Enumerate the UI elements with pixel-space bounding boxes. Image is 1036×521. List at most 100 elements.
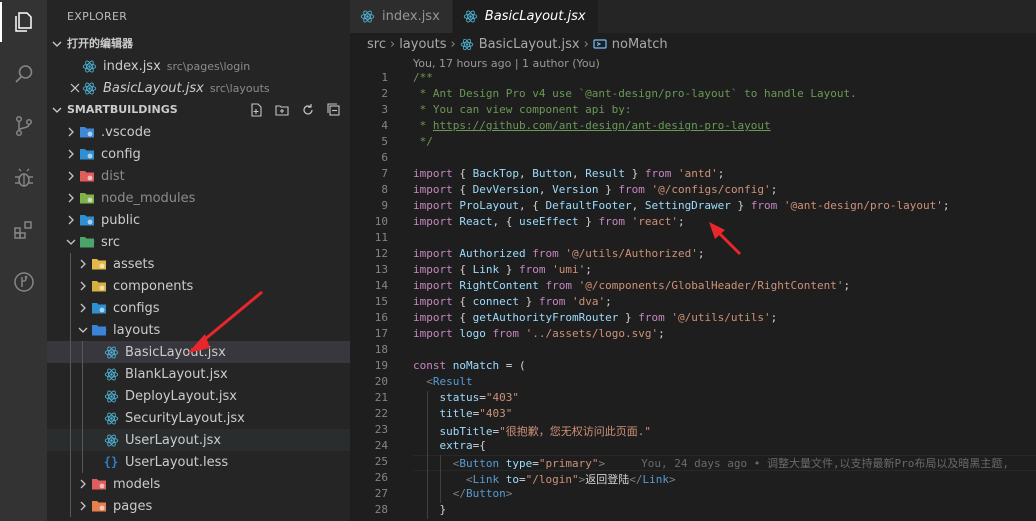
debug-icon[interactable] [0, 158, 47, 198]
indent-guide [70, 297, 71, 319]
code-line: } [413, 503, 447, 516]
breadcrumb-symbol[interactable]: noMatch [612, 37, 668, 52]
tree-folder[interactable]: pages [47, 495, 350, 517]
git-graph-icon[interactable] [0, 262, 47, 302]
code-line: import { BackTop, Button, Result } from … [413, 167, 725, 180]
tab-index[interactable]: index.jsx [350, 0, 453, 33]
indent-guide [70, 341, 71, 363]
line-number: 1 [381, 71, 388, 84]
tree-file[interactable]: UserLayout.jsx [47, 429, 350, 451]
tree-item-label: .vscode [101, 124, 151, 140]
folder-models-icon [91, 476, 107, 492]
code-line: import { connect } from 'dva'; [413, 295, 612, 308]
line-number: 8 [381, 183, 388, 196]
breadcrumb-file[interactable]: BasicLayout.jsx [479, 37, 580, 52]
folder-components-icon [91, 278, 107, 294]
tree-folder[interactable]: .vscode [47, 121, 350, 143]
react-icon [460, 37, 474, 51]
tree-file[interactable]: BasicLayout.jsx [47, 341, 350, 363]
indent-guide [427, 391, 428, 519]
react-icon [103, 432, 119, 448]
folder-src-icon [79, 234, 95, 250]
tree-folder[interactable]: configs [47, 297, 350, 319]
tree-file[interactable]: SecurityLayout.jsx [47, 407, 350, 429]
line-number: 28 [374, 503, 388, 516]
tree-item-label: UserLayout.jsx [125, 432, 222, 448]
open-editor-item-basiclayout[interactable]: BasicLayout.jsx src\layouts [47, 77, 350, 99]
collapse-all-icon[interactable] [326, 102, 342, 118]
tree-file[interactable]: BlankLayout.jsx [47, 363, 350, 385]
line-number: 11 [374, 231, 388, 244]
code-line: import React, { useEffect } from 'react'… [413, 215, 685, 228]
folder-pages-icon [91, 498, 107, 514]
tab-basiclayout[interactable]: BasicLayout.jsx [452, 0, 599, 33]
code-line: <Link to="/login">返回登陆</Link> [465, 473, 676, 486]
folder-configs-icon [91, 300, 107, 316]
folder-config-icon [79, 146, 95, 162]
tree-folder[interactable]: layouts [47, 319, 350, 341]
indent-guide [70, 385, 71, 407]
breadcrumb-src[interactable]: src [367, 37, 386, 52]
source-control-icon[interactable] [0, 106, 47, 146]
symbol-variable-icon [593, 37, 607, 51]
code-line: import ProLayout, { DefaultFooter, Setti… [413, 199, 950, 212]
explorer-icon[interactable] [0, 2, 47, 42]
tree-file[interactable]: DeployLayout.jsx [47, 385, 350, 407]
line-number: 10 [374, 215, 388, 228]
react-icon [81, 80, 97, 96]
tree-file[interactable]: {} UserLayout.less [47, 451, 350, 473]
line-number: 16 [374, 311, 388, 324]
open-editors-label: 打开的编辑器 [67, 37, 133, 50]
line-number: 20 [374, 375, 388, 388]
tree-item-label: SecurityLayout.jsx [125, 410, 245, 426]
tree-folder[interactable]: models [47, 473, 350, 495]
tree-folder[interactable]: config [47, 143, 350, 165]
code-line: <Result [426, 375, 473, 388]
breadcrumb-layouts[interactable]: layouts [399, 37, 446, 52]
line-number: 27 [374, 487, 388, 500]
search-icon[interactable] [0, 54, 47, 94]
new-folder-icon[interactable] [274, 102, 290, 118]
tree-folder[interactable]: node_modules [47, 187, 350, 209]
line-number: 15 [374, 295, 388, 308]
tree-folder[interactable]: dist [47, 165, 350, 187]
new-file-icon[interactable] [248, 102, 264, 118]
tree-folder[interactable]: assets [47, 253, 350, 275]
open-editor-name: BasicLayout.jsx [103, 80, 204, 96]
tree-item-label: dist [101, 168, 125, 184]
code-line: * Ant Design Pro v4 use `@ant-design/pro… [413, 87, 857, 100]
refresh-icon[interactable] [300, 102, 316, 118]
tree-folder[interactable]: components [47, 275, 350, 297]
indent-guide [440, 455, 441, 503]
code-line: * You can view component api by: [413, 103, 632, 116]
codelens-author[interactable]: You, 17 hours ago | 1 author (You) [413, 57, 600, 70]
chevron-right-icon [75, 281, 91, 291]
line-number: 12 [374, 247, 388, 260]
indent-guide [82, 385, 83, 407]
code-editor[interactable]: You, 17 hours ago | 1 author (You) 1 /** 2… [350, 55, 1036, 521]
open-editors-header[interactable]: 打开的编辑器 [47, 33, 350, 55]
chevron-right-icon [63, 171, 79, 181]
open-editor-item-index[interactable]: index.jsx src\pages\login [47, 55, 350, 77]
extensions-icon[interactable] [0, 210, 47, 250]
project-header[interactable]: SMARTBUILDINGS [47, 99, 350, 121]
line-number: 26 [374, 471, 388, 484]
chevron-right-icon: › [583, 36, 589, 52]
chevron-right-icon: › [389, 36, 396, 52]
react-icon [103, 388, 119, 404]
chevron-right-icon [75, 479, 91, 489]
indent-guide [82, 363, 83, 385]
react-icon [103, 410, 119, 426]
react-icon [463, 9, 479, 25]
code-line: import { Link } from 'umi'; [413, 263, 592, 276]
tree-folder[interactable]: public [47, 209, 350, 231]
indent-guide [70, 407, 71, 429]
indent-guide [70, 495, 71, 517]
line-number: 21 [374, 391, 388, 404]
line-number: 19 [374, 359, 388, 372]
code-line: import { getAuthorityFromRouter } from '… [413, 311, 778, 324]
code-line: subTitle="很抱歉，您无权访问此页面." [439, 425, 651, 438]
tree-folder[interactable]: src [47, 231, 350, 253]
code-line: * https://github.com/ant-design/ant-desi… [413, 119, 771, 132]
chevron-right-icon [75, 259, 91, 269]
